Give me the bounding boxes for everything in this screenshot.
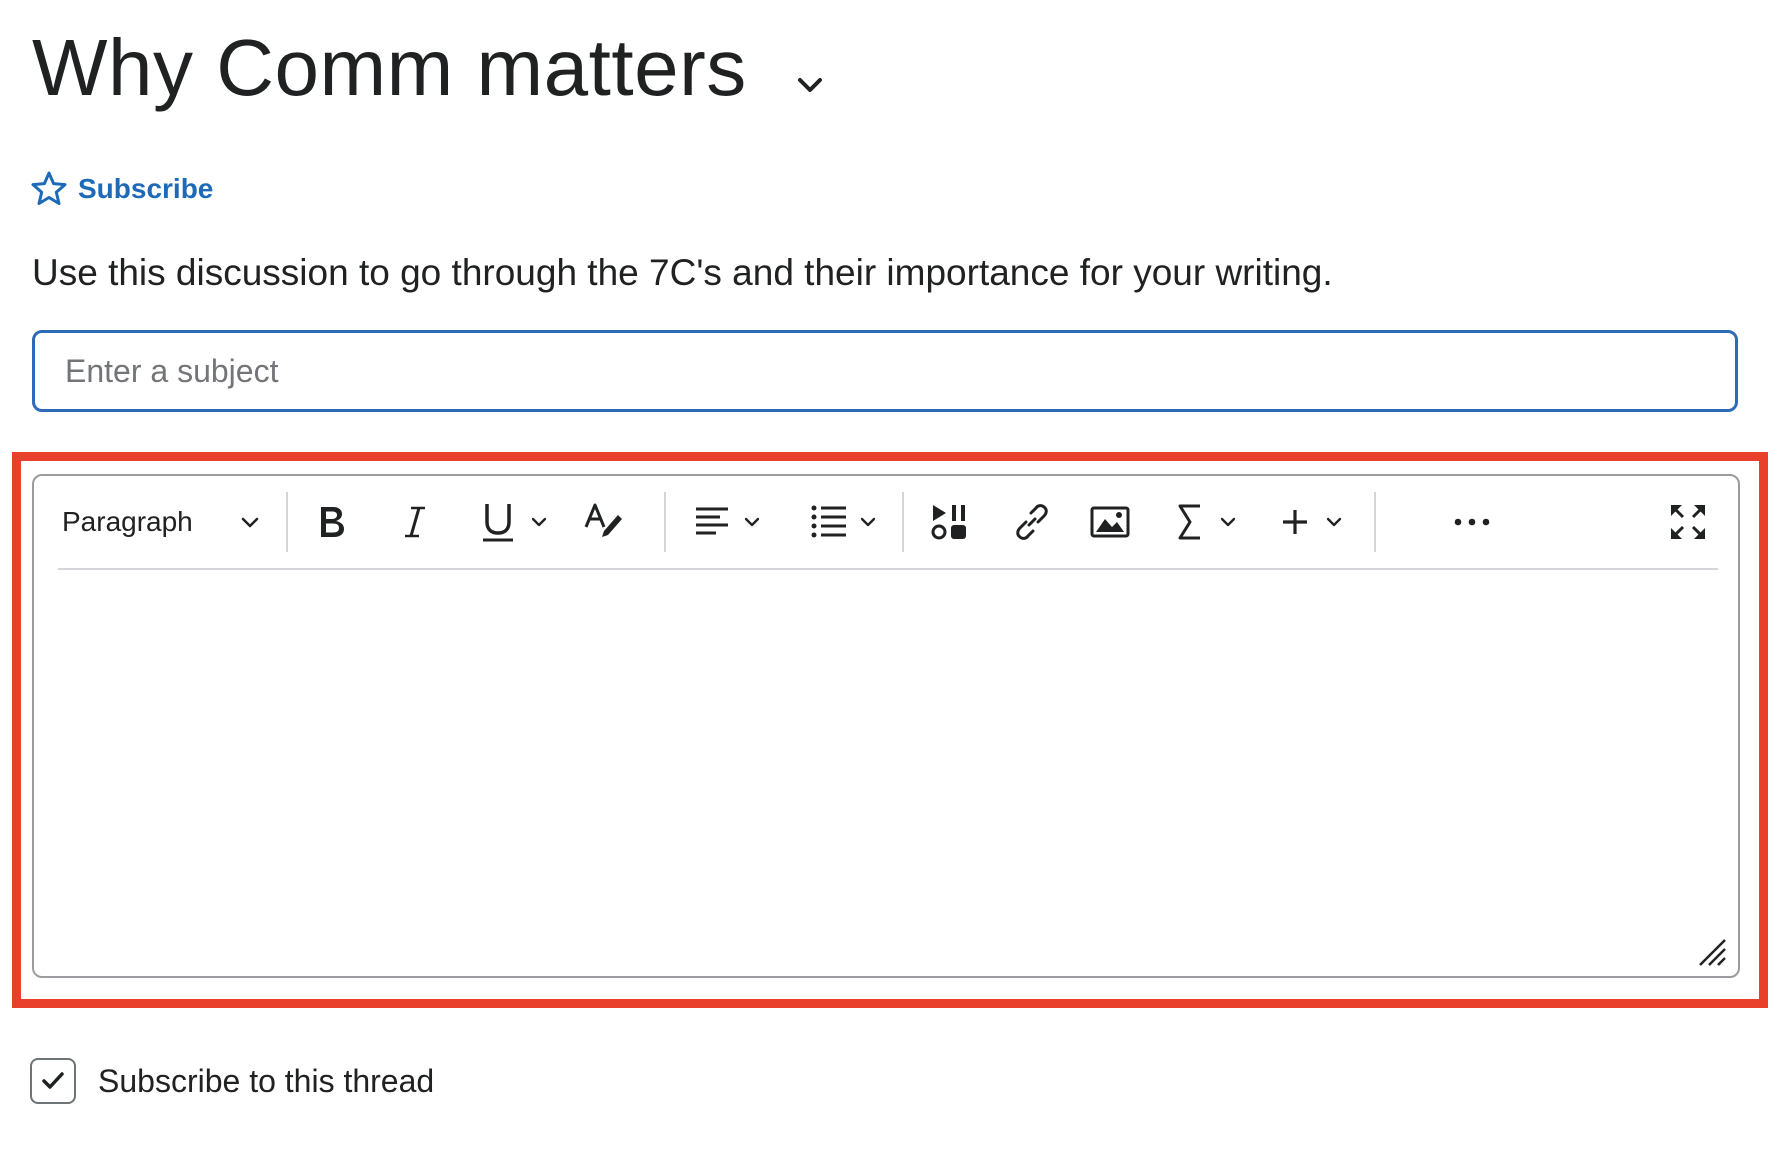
toolbar-divider xyxy=(664,492,666,552)
checkmark-icon xyxy=(42,1072,64,1089)
equation-icon xyxy=(1178,504,1200,540)
chevron-down-icon xyxy=(1326,517,1342,527)
toolbar-divider xyxy=(286,492,288,552)
more-options-icon xyxy=(1454,518,1490,526)
more-options-button[interactable] xyxy=(1442,492,1502,552)
chevron-down-icon xyxy=(744,517,760,527)
toolbar-divider xyxy=(1374,492,1376,552)
text-color-icon xyxy=(584,503,622,537)
align-button[interactable] xyxy=(688,492,768,552)
insert-stuff-icon xyxy=(931,505,966,540)
insert-plus-button[interactable] xyxy=(1270,492,1354,552)
subject-input[interactable] xyxy=(32,330,1738,412)
chevron-down-icon xyxy=(241,517,259,528)
editor-toolbar: Paragraph xyxy=(58,476,1718,570)
equation-button[interactable] xyxy=(1164,492,1248,552)
chevron-down-icon xyxy=(860,517,876,527)
title-row: Why Comm matters xyxy=(32,18,827,118)
fullscreen-icon xyxy=(1671,505,1705,539)
block-format-label: Paragraph xyxy=(62,506,193,537)
subscribe-thread-option[interactable]: Subscribe to this thread xyxy=(30,1058,434,1104)
page-title: Why Comm matters xyxy=(32,23,747,112)
discussion-description: Use this discussion to go through the 7C… xyxy=(32,252,1333,293)
fullscreen-button[interactable] xyxy=(1658,492,1718,552)
bold-button[interactable] xyxy=(302,492,360,552)
editor-content-area[interactable] xyxy=(58,572,1718,972)
rich-text-editor: Paragraph xyxy=(32,474,1740,978)
link-icon xyxy=(1016,504,1048,540)
insert-image-button[interactable] xyxy=(1080,492,1140,552)
subscribe-thread-label: Subscribe to this thread xyxy=(98,1062,435,1099)
insert-stuff-button[interactable] xyxy=(920,492,980,552)
italic-button[interactable] xyxy=(386,492,444,552)
subscribe-label: Subscribe xyxy=(78,173,214,204)
subscribe-link[interactable]: Subscribe xyxy=(30,170,213,208)
align-left-icon xyxy=(696,507,728,535)
list-button[interactable] xyxy=(804,492,884,552)
resize-handle-icon[interactable] xyxy=(1696,936,1728,968)
star-icon xyxy=(31,171,67,205)
block-format-select[interactable]: Paragraph xyxy=(58,492,262,552)
subscribe-thread-checkbox[interactable] xyxy=(30,1058,76,1104)
toolbar-divider xyxy=(902,492,904,552)
underline-icon xyxy=(483,504,513,542)
chevron-down-icon xyxy=(531,517,547,527)
underline-button[interactable] xyxy=(466,492,562,552)
italic-icon xyxy=(405,506,425,538)
bullet-list-icon xyxy=(811,505,846,538)
insert-plus-icon xyxy=(1283,510,1307,534)
bold-icon xyxy=(321,507,344,537)
text-color-button[interactable] xyxy=(570,492,636,552)
chevron-down-icon[interactable] xyxy=(793,68,827,102)
insert-link-button[interactable] xyxy=(1002,492,1062,552)
image-icon xyxy=(1090,506,1130,538)
chevron-down-icon xyxy=(1220,517,1236,527)
